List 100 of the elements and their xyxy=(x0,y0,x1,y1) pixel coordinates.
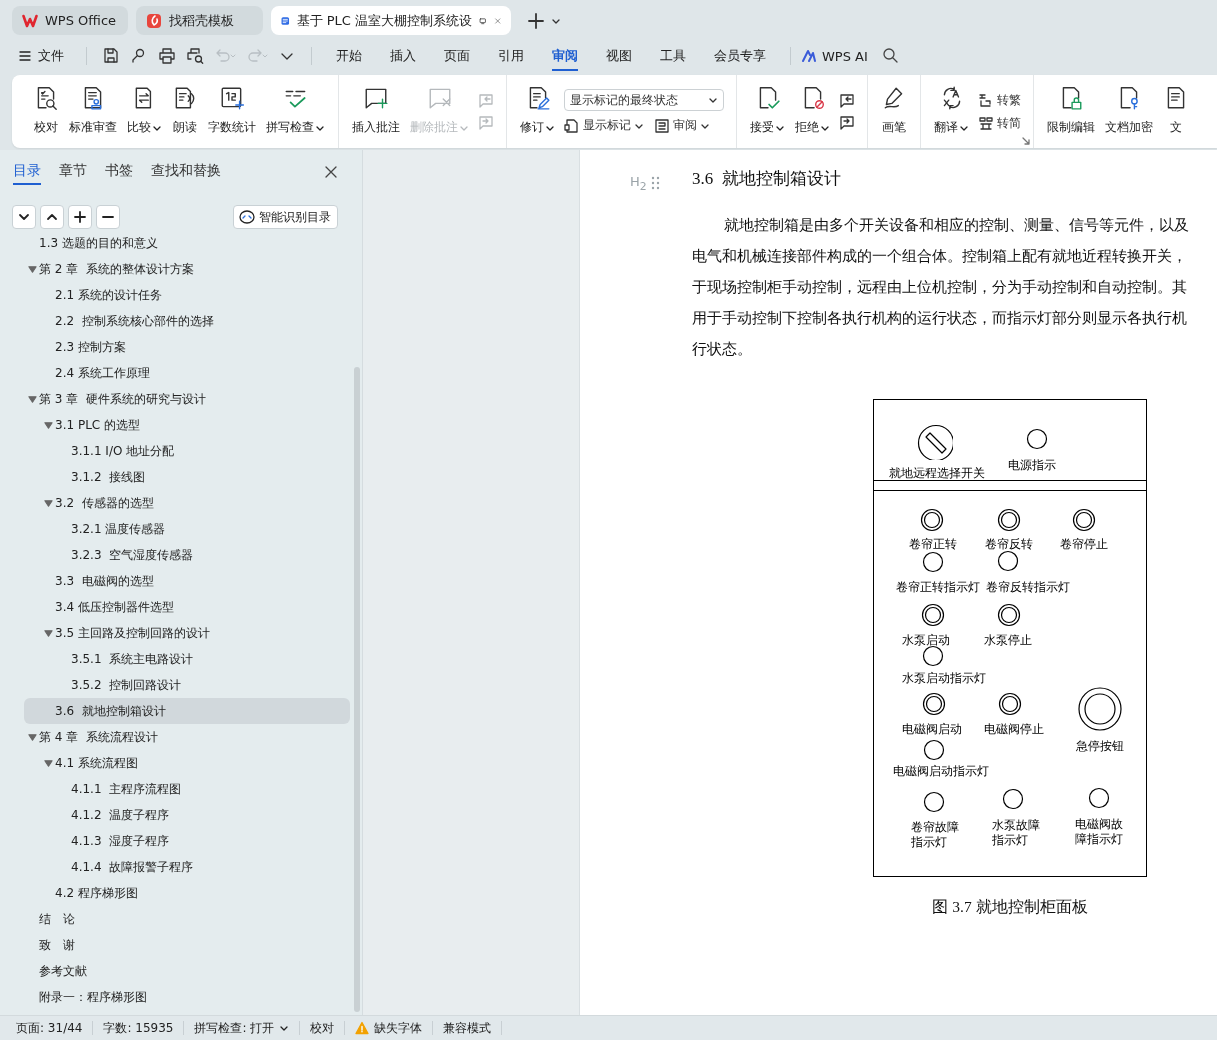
toolbar-button[interactable]: 标准审查 xyxy=(64,75,122,148)
toc-item[interactable]: 4.1.3 湿度子程序 xyxy=(24,828,350,854)
menu-tab[interactable]: 会员专享 xyxy=(714,41,766,71)
indicator-lamp-icon xyxy=(1026,427,1048,450)
toc-item[interactable]: 3.3 电磁阀的选型 xyxy=(24,568,350,594)
plus-button[interactable] xyxy=(68,205,92,229)
panel-tab[interactable]: 书签 xyxy=(105,159,133,185)
toolbar-button[interactable]: 审阅 xyxy=(654,117,710,134)
control-label: 卷帘故障指示灯 xyxy=(911,819,960,850)
print-preview-icon[interactable] xyxy=(186,47,204,65)
toolbar-button[interactable]: 文 xyxy=(1158,75,1194,148)
toc-item[interactable]: 4.1 系统流程图 xyxy=(24,750,350,776)
control-label: 水泵故障指示灯 xyxy=(992,817,1041,848)
toolbar-button[interactable]: 转繁 xyxy=(978,91,1021,109)
file-menu[interactable]: 文件 xyxy=(18,47,64,65)
toc-item[interactable]: 2.2 控制系统核心部件的选择 xyxy=(24,308,350,334)
menu-tab[interactable]: 工具 xyxy=(660,41,686,71)
toolbar-button[interactable]: 修订 xyxy=(515,75,560,148)
collapse-button[interactable] xyxy=(12,205,36,229)
ai-button[interactable]: WPS AI xyxy=(801,48,868,64)
toolbar-button[interactable]: 拼写检查 xyxy=(261,75,330,148)
toolbar-button[interactable]: 比较 xyxy=(122,75,167,148)
menu-tab[interactable]: 插入 xyxy=(390,41,416,71)
toc-item[interactable]: 第 3 章 硬件系统的研究与设计 xyxy=(24,386,350,412)
toolbar-button[interactable]: 限制编辑 xyxy=(1042,75,1100,148)
toc-item[interactable]: 参考文献 xyxy=(24,958,350,984)
control-label: 卷帘反转指示灯 xyxy=(986,579,1070,595)
ai-logo-icon xyxy=(801,48,817,64)
toc-item[interactable]: 3.2.3 空气湿度传感器 xyxy=(24,542,350,568)
toc-item[interactable]: 3.6 就地控制箱设计 xyxy=(24,698,350,724)
toolbar-button[interactable]: 显示标记 xyxy=(564,117,644,134)
toc-item[interactable]: 3.1 PLC 的选型 xyxy=(24,412,350,438)
expand-button[interactable] xyxy=(40,205,64,229)
panel-tab[interactable]: 目录 xyxy=(13,159,41,185)
tab[interactable]: 找稻壳模板 xyxy=(136,6,263,35)
toc-item[interactable]: 2.1 系统的设计任务 xyxy=(24,282,350,308)
toc-item[interactable]: 3.1.2 接线图 xyxy=(24,464,350,490)
toolbar-button[interactable]: 文档加密 xyxy=(1100,75,1158,148)
expand-arrow-icon[interactable] xyxy=(44,498,53,508)
drag-handle-icon[interactable] xyxy=(650,176,660,191)
toolbar-button[interactable]: 字数统计 xyxy=(203,75,261,148)
panel-tab[interactable]: 查找和替换 xyxy=(151,159,221,185)
toc-item[interactable]: 3.2 传感器的选型 xyxy=(24,490,350,516)
change-arrow-icon[interactable] xyxy=(839,114,855,131)
scrollbar[interactable] xyxy=(354,367,360,1012)
save-icon[interactable] xyxy=(102,47,120,65)
toc-item[interactable]: 3.1.1 I/O 地址分配 xyxy=(24,438,350,464)
toc-item[interactable]: 2.3 控制方案 xyxy=(24,334,350,360)
search-icon[interactable] xyxy=(881,46,898,63)
toolbar-button[interactable]: 翻译 xyxy=(929,75,974,148)
toc-item[interactable]: 3.5.2 控制回路设计 xyxy=(24,672,350,698)
control-label: 水泵停止 xyxy=(984,632,1032,648)
menu-tab[interactable]: 页面 xyxy=(444,41,470,71)
toc-item[interactable]: 3.5 主回路及控制回路的设计 xyxy=(24,620,350,646)
toc-item[interactable]: 2.4 系统工作原理 xyxy=(24,360,350,386)
toolbar-button[interactable]: 画笔 xyxy=(876,75,912,148)
menu-tab[interactable]: 视图 xyxy=(606,41,632,71)
plus-icon[interactable] xyxy=(527,11,545,30)
expand-arrow-icon[interactable] xyxy=(44,420,53,430)
change-arrow-icon[interactable] xyxy=(839,92,855,109)
markup-mode-select[interactable]: 显示标记的最终状态 xyxy=(564,89,724,111)
toolbar-button[interactable]: 插入批注 xyxy=(347,75,405,148)
toolbar-button[interactable]: 朗读 xyxy=(167,75,203,148)
toc-item[interactable]: 第 2 章 系统的整体设计方案 xyxy=(24,256,350,282)
expand-arrow-icon[interactable] xyxy=(28,264,37,274)
toolbar-button[interactable]: 转简 xyxy=(978,114,1021,132)
toc-item[interactable]: 1.3 选题的目的和意义 xyxy=(24,230,350,256)
toc-item[interactable]: 4.1.1 主程序流程图 xyxy=(24,776,350,802)
expand-arrow-icon[interactable] xyxy=(28,732,37,742)
menu-tab[interactable]: 审阅 xyxy=(552,41,578,71)
close-icon[interactable] xyxy=(324,165,338,179)
print-icon[interactable] xyxy=(158,47,176,65)
control-label: 卷帘正转指示灯 xyxy=(896,579,980,595)
toolbar-button[interactable]: 拒绝 xyxy=(790,75,835,148)
tab[interactable]: WPS Office xyxy=(12,6,128,35)
smart-toc-button[interactable]: 智能识别目录 xyxy=(233,205,338,229)
menu-tab[interactable]: 开始 xyxy=(336,41,362,71)
launcher-icon[interactable] xyxy=(1021,136,1031,146)
menu-tab[interactable]: 引用 xyxy=(498,41,524,71)
toc-item[interactable]: 4.1.2 温度子程序 xyxy=(24,802,350,828)
tab[interactable]: 基于 PLC 温室大棚控制系统设 xyxy=(271,6,511,35)
toc-item[interactable]: 3.2.1 温度传感器 xyxy=(24,516,350,542)
expand-arrow-icon[interactable] xyxy=(44,628,53,638)
toolbar-button[interactable]: 接受 xyxy=(745,75,790,148)
control-label: 电磁阀启动 xyxy=(902,721,962,737)
toc-item[interactable]: 附录一：程序梯形图 xyxy=(24,984,350,1010)
toc-item[interactable]: 4.2 程序梯形图 xyxy=(24,880,350,906)
toc-item[interactable]: 结 论 xyxy=(24,906,350,932)
toc-item[interactable]: 致 谢 xyxy=(24,932,350,958)
toc-item[interactable]: 3.5.1 系统主电路设计 xyxy=(24,646,350,672)
status-item: 页面: 31/44 xyxy=(6,1021,94,1035)
toc-item[interactable]: 4.1.4 故障报警子程序 xyxy=(24,854,350,880)
expand-arrow-icon[interactable] xyxy=(28,394,37,404)
minus-button[interactable] xyxy=(96,205,120,229)
panel-tab[interactable]: 章节 xyxy=(59,159,87,185)
toc-item[interactable]: 第 4 章 系统流程设计 xyxy=(24,724,350,750)
status-dropdown[interactable]: 拼写检查: 打开 xyxy=(184,1021,301,1035)
toolbar-button[interactable]: 校对 xyxy=(28,75,64,148)
expand-arrow-icon[interactable] xyxy=(44,758,53,768)
toc-item[interactable]: 3.4 低压控制器件选型 xyxy=(24,594,350,620)
